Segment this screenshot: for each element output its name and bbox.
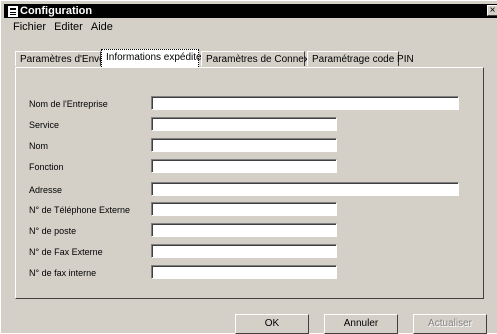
app-icon (8, 6, 18, 17)
tab-parametres-connexion[interactable]: Paramètres de Connexion (201, 51, 322, 66)
window-title: Configuration (20, 5, 93, 17)
tel-externe-input[interactable] (151, 202, 337, 216)
sender-info-form: Nom de l'Entreprise Service Nom Fonction… (23, 88, 480, 286)
tab-parametrage-pin[interactable]: Paramétrage code PIN (307, 51, 414, 66)
label-nom: Nom (29, 141, 49, 151)
tab-parametres-envoi[interactable]: Paramètres d'Envoi (15, 51, 107, 66)
fax-interne-input[interactable] (151, 265, 337, 279)
label-poste: N° de poste (29, 226, 77, 236)
title-bar[interactable]: Configuration × (4, 4, 497, 18)
ok-button[interactable]: OK (235, 314, 309, 334)
label-fax-externe: N° de Fax Externe (29, 247, 103, 257)
service-input[interactable] (151, 117, 337, 131)
menu-editer[interactable]: Editer (54, 20, 83, 34)
update-button[interactable]: Actualiser (413, 314, 487, 334)
nom-input[interactable] (151, 138, 337, 152)
tab-informations-expediteur[interactable]: Informations expéditeur (101, 49, 211, 67)
menu-aide[interactable]: Aide (91, 20, 113, 34)
label-fax-interne: N° de fax interne (29, 268, 97, 278)
cancel-button[interactable]: Annuler (324, 314, 398, 334)
label-nom-entreprise: Nom de l'Entreprise (29, 99, 108, 109)
label-service: Service (29, 120, 60, 130)
configuration-window: Configuration × Fichier Editer Aide Para… (0, 0, 497, 334)
close-button[interactable]: × (487, 5, 497, 16)
fax-externe-input[interactable] (151, 244, 337, 258)
poste-input[interactable] (151, 223, 337, 237)
menu-bar: Fichier Editer Aide (13, 20, 118, 34)
adresse-input[interactable] (151, 182, 459, 196)
fonction-input[interactable] (151, 159, 337, 173)
label-fonction: Fonction (29, 162, 64, 172)
menu-fichier[interactable]: Fichier (13, 20, 46, 34)
nom-entreprise-input[interactable] (151, 96, 459, 110)
label-tel-externe: N° de Téléphone Externe (29, 205, 130, 215)
label-adresse: Adresse (29, 185, 63, 195)
